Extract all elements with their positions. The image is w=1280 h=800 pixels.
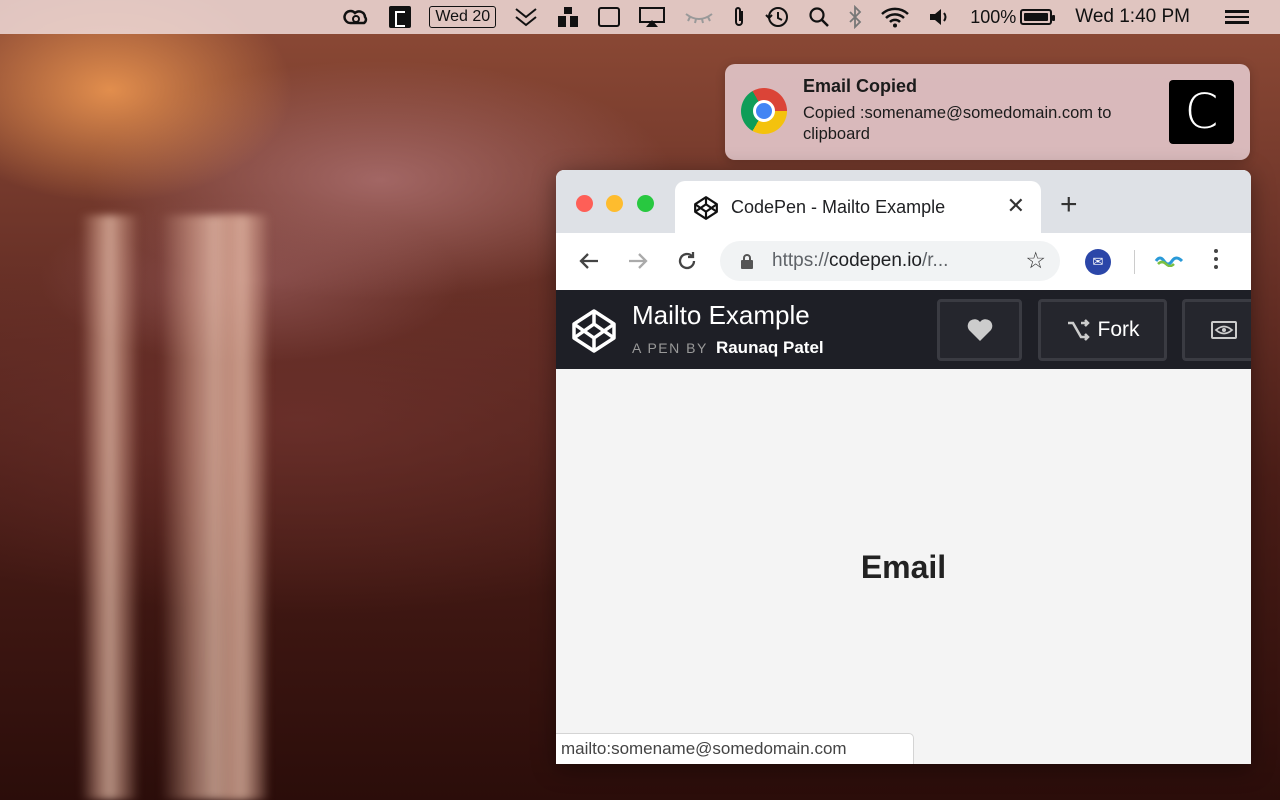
mail-extension-icon[interactable]: ✉ [1085, 249, 1111, 275]
list-icon[interactable] [1216, 0, 1258, 34]
pen-byline: A PEN BY Raunaq Patel [632, 338, 824, 358]
browser-window: CodePen - Mailto Example ✕ + https://cod… [556, 170, 1251, 764]
battery-icon[interactable]: 100% [961, 0, 1061, 34]
heart-icon [967, 319, 992, 341]
close-tab-icon[interactable]: ✕ [1007, 195, 1025, 217]
link-status-bubble: mailto:somename@somedomain.com [556, 733, 914, 764]
eye-icon[interactable] [675, 0, 723, 34]
app-icon[interactable] [380, 0, 420, 34]
menu-clock[interactable]: Wed 1:40 PM [1061, 0, 1216, 34]
dropbox-icon[interactable] [547, 0, 589, 34]
display-icon[interactable] [589, 0, 629, 34]
wave-extension-icon[interactable] [1154, 253, 1184, 267]
address-bar[interactable]: https://codepen.io/r... ☆ [720, 241, 1060, 281]
codepen-favicon-icon [694, 195, 718, 220]
reload-icon[interactable] [674, 249, 700, 275]
lock-icon [741, 254, 753, 269]
preview-eye-icon [1211, 321, 1237, 339]
chevron-stack-icon[interactable] [505, 0, 547, 34]
codepen-header: Mailto Example A PEN BY Raunaq Patel For… [556, 290, 1251, 369]
tab-codepen[interactable]: CodePen - Mailto Example ✕ [675, 181, 1041, 234]
tab-strip: CodePen - Mailto Example ✕ + [556, 170, 1251, 234]
wifi-icon[interactable] [871, 0, 919, 34]
bluetooth-icon[interactable] [839, 0, 871, 34]
wallpaper-sand-fall [215, 215, 270, 800]
close-window-button[interactable] [576, 195, 593, 212]
notification-app-icon: C [1169, 80, 1234, 144]
fork-icon [1067, 319, 1090, 341]
email-link[interactable]: Email [556, 549, 1251, 586]
notification-body: Copied :somename@somedomain.com to clipb… [803, 104, 1112, 143]
time-machine-icon[interactable] [755, 0, 799, 34]
heart-button[interactable] [937, 299, 1022, 361]
paperclip-icon[interactable] [723, 0, 755, 34]
tab-title: CodePen - Mailto Example [731, 197, 946, 217]
bookmark-star-icon[interactable]: ☆ [1025, 247, 1046, 274]
airplay-icon[interactable] [629, 0, 675, 34]
search-icon[interactable] [799, 0, 839, 34]
minimize-window-button[interactable] [606, 195, 623, 212]
new-tab-button[interactable]: + [1060, 190, 1078, 220]
battery-fill [1024, 13, 1049, 21]
byline-prefix: A PEN BY [632, 340, 708, 356]
battery-percent: 100% [970, 6, 1017, 27]
author-link[interactable]: Raunaq Patel [716, 338, 824, 357]
zoom-window-button[interactable] [637, 195, 654, 212]
toolbar-divider [1134, 250, 1135, 274]
fork-label: Fork [1097, 318, 1140, 341]
wallpaper-sand-fall [80, 215, 140, 800]
battery-gauge [1020, 9, 1056, 25]
browser-menu-icon[interactable] [1214, 249, 1218, 269]
menu-bar: Wed 20 100% Wed 1:40 PM [0, 0, 1280, 34]
back-arrow-icon[interactable] [576, 249, 602, 275]
pen-title: Mailto Example [632, 300, 810, 330]
notification-banner[interactable]: Email Copied Copied :somename@somedomain… [725, 64, 1250, 160]
date-badge: Wed 20 [429, 6, 497, 28]
browser-toolbar: https://codepen.io/r... ☆ ✉ [556, 233, 1251, 290]
calendar-date-icon[interactable]: Wed 20 [420, 0, 505, 34]
fork-button[interactable]: Fork [1038, 299, 1167, 361]
notification-title: Email Copied [803, 76, 918, 96]
codepen-logo-icon[interactable] [570, 307, 618, 355]
creative-cloud-icon[interactable] [334, 0, 380, 34]
url-text: https://codepen.io/r... [772, 250, 949, 271]
forward-arrow-icon[interactable] [625, 249, 651, 275]
view-mode-button[interactable] [1182, 299, 1251, 361]
volume-icon[interactable] [919, 0, 961, 34]
chrome-icon [741, 88, 787, 134]
pen-preview: Email [556, 369, 1251, 764]
